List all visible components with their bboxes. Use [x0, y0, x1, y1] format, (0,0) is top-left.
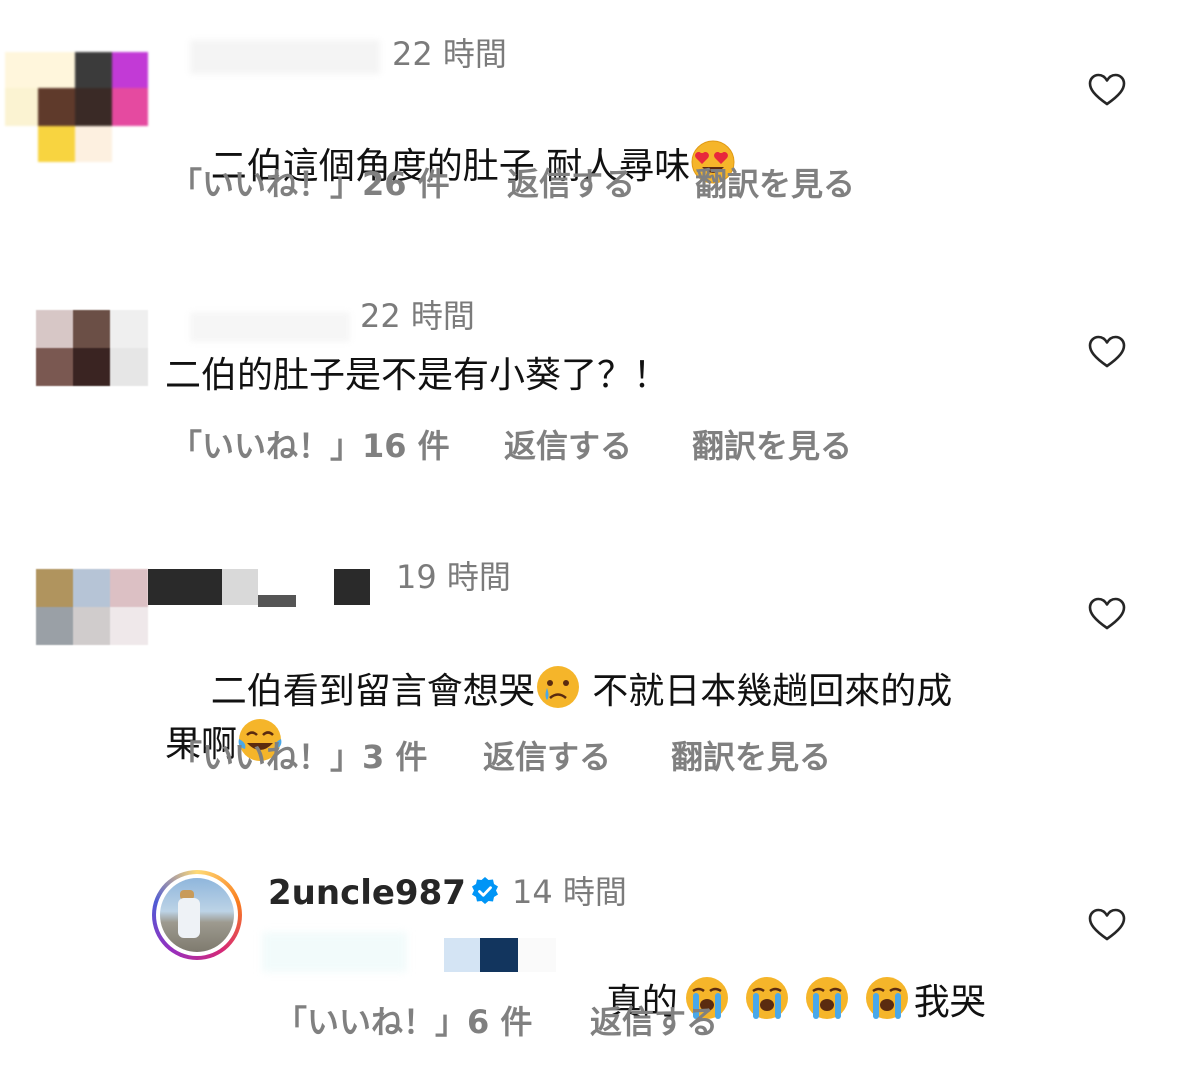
sob-emoji-icon — [744, 975, 790, 1021]
heart-icon[interactable] — [1088, 597, 1126, 631]
comment-2: 22 時間 二伯的肚子是不是有小葵了？！ 「いいね！」16 件 返信する 翻訳を… — [0, 290, 1200, 490]
avatar[interactable] — [36, 310, 148, 386]
like-count[interactable]: 「いいね！」16 件 — [170, 430, 450, 462]
reply-button[interactable]: 返信する — [507, 168, 635, 200]
redaction-block — [222, 569, 258, 605]
heart-icon[interactable] — [1088, 73, 1126, 107]
sob-emoji-icon — [804, 975, 850, 1021]
username[interactable]: 2uncle987 — [268, 876, 466, 910]
heart-icon[interactable] — [1088, 335, 1126, 369]
see-translation-button[interactable]: 翻訳を見る — [695, 168, 855, 200]
verified-badge-icon — [472, 877, 498, 904]
avatar[interactable] — [5, 52, 150, 162]
heart-icon[interactable] — [1088, 908, 1126, 942]
reply-button[interactable]: 返信する — [483, 741, 611, 773]
redaction-block — [518, 938, 556, 972]
redaction-block — [334, 569, 370, 605]
reply-button[interactable]: 返信する — [590, 1006, 718, 1038]
comment-text: 二伯看到留言會想哭 不就日本幾趟回來的成 果啊 — [165, 613, 1045, 821]
redaction-block — [258, 595, 296, 607]
comment-time: 19 時間 — [396, 558, 511, 596]
avatar-photo — [160, 878, 234, 952]
avatar[interactable] — [152, 870, 242, 960]
mention-redacted — [262, 932, 407, 972]
comment-1: 22 時間 二伯這個角度的肚子 耐人尋味 「いいね！」26 件 返信する 翻訳を… — [0, 0, 1200, 230]
comment-time: 14 時間 — [512, 873, 627, 911]
redaction-block — [444, 938, 480, 972]
comment-time: 22 時間 — [360, 297, 475, 335]
comment-3: 19 時間 二伯看到留言會想哭 不就日本幾趟回來的成 果啊 「いいね！」3 件 返… — [0, 555, 1200, 815]
see-translation-button[interactable]: 翻訳を見る — [692, 430, 852, 462]
avatar[interactable] — [36, 569, 148, 645]
crying-face-emoji-icon — [535, 664, 581, 710]
username-redacted[interactable] — [148, 569, 222, 605]
comment-time: 22 時間 — [392, 35, 507, 73]
like-count[interactable]: 「いいね！」6 件 — [275, 1006, 532, 1038]
see-translation-button[interactable]: 翻訳を見る — [671, 741, 831, 773]
username-redacted[interactable] — [190, 312, 350, 342]
sob-emoji-icon — [864, 975, 910, 1021]
like-count[interactable]: 「いいね！」26 件 — [170, 168, 450, 200]
like-count[interactable]: 「いいね！」3 件 — [170, 741, 427, 773]
avatar-figure-body — [178, 898, 200, 938]
comment-text: 二伯的肚子是不是有小葵了？！ — [165, 355, 670, 396]
reply-button[interactable]: 返信する — [504, 430, 632, 462]
redaction-block — [480, 938, 518, 972]
reply-comment: 2uncle987 14 時間 真的 我哭 「いいね！」6 件 返信する — [0, 860, 1200, 1080]
comment-text: 真的 我哭 — [560, 924, 986, 1079]
username-redacted[interactable] — [190, 40, 380, 74]
